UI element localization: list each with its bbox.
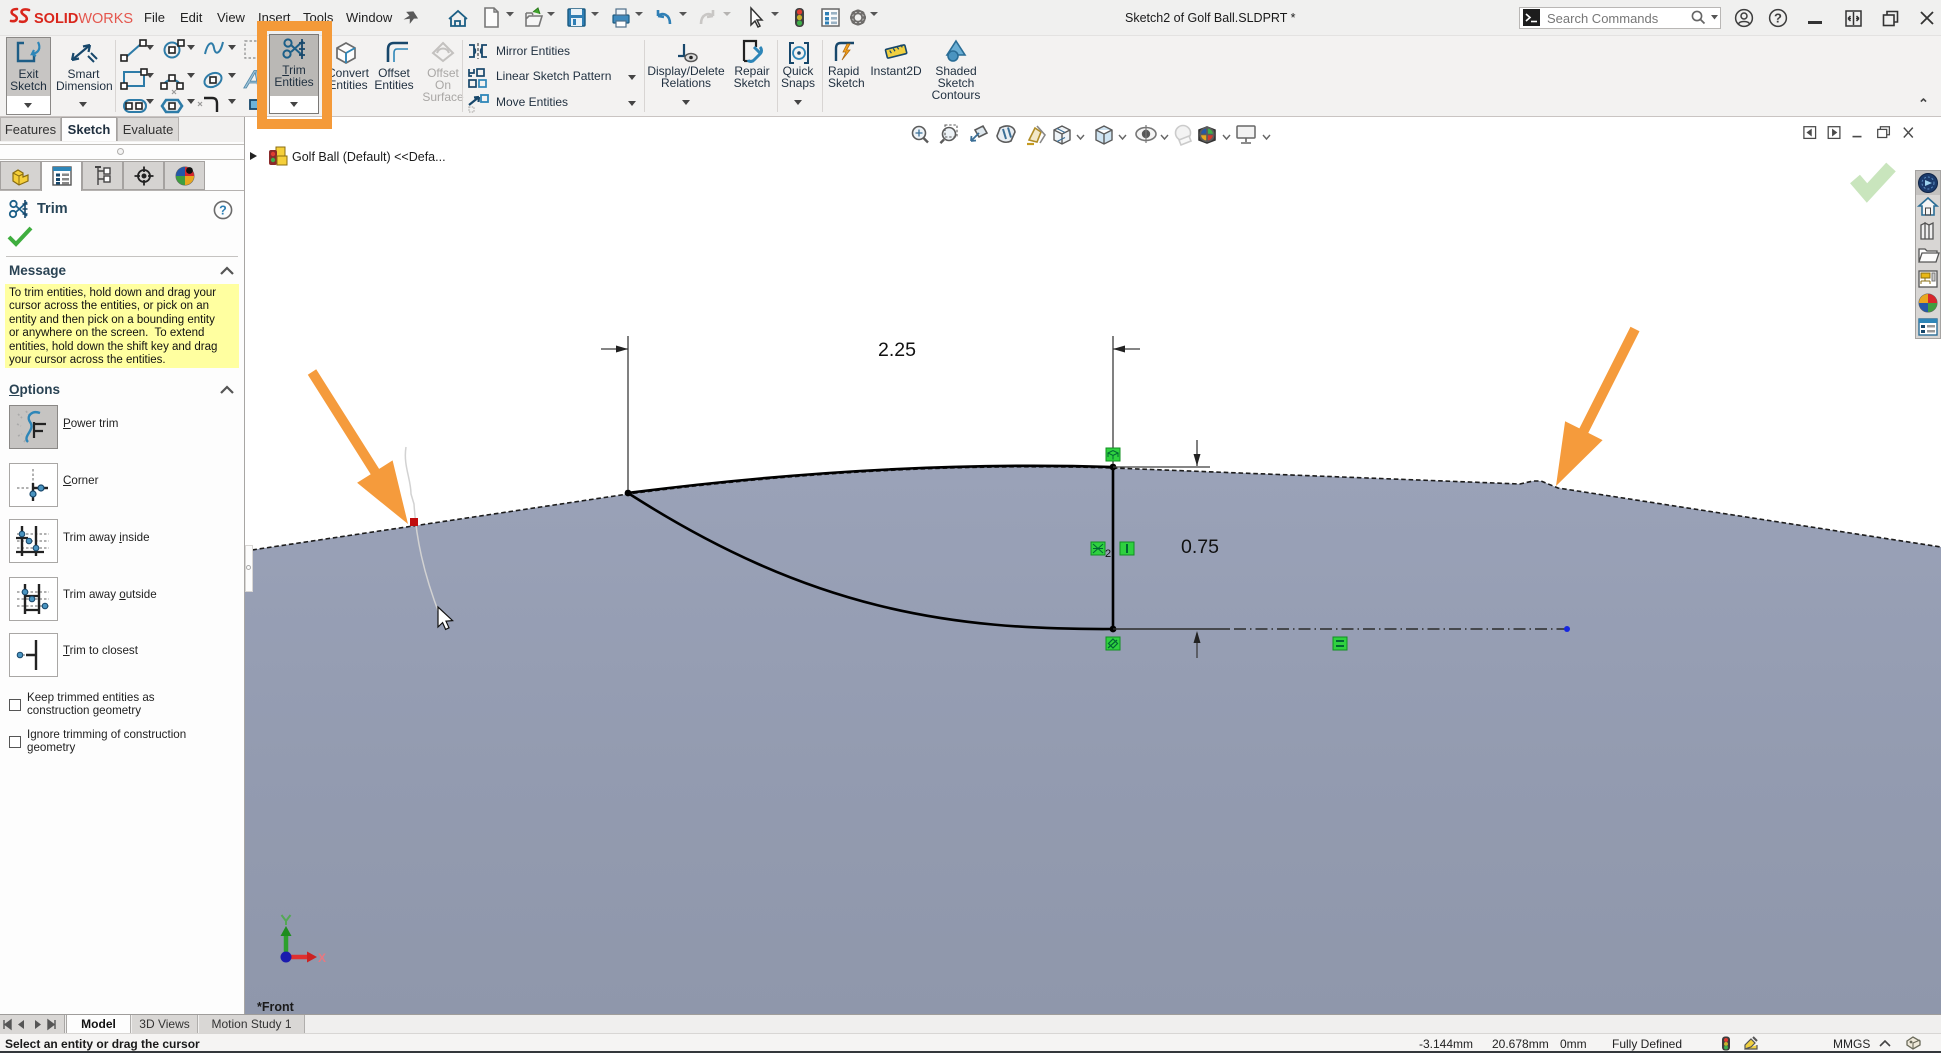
svg-text:2: 2 — [1105, 548, 1111, 560]
svg-text:?: ? — [219, 204, 227, 218]
svg-text:Golf Ball (Default) <<Defa...: Golf Ball (Default) <<Defa... — [292, 150, 446, 164]
svg-text:SOLIDWORKS: SOLIDWORKS — [34, 11, 133, 27]
svg-text:0.75: 0.75 — [1181, 536, 1219, 558]
svg-text:*Front: *Front — [257, 1000, 295, 1014]
svg-text:X: X — [318, 951, 326, 965]
svg-text:?: ? — [1774, 11, 1782, 26]
svg-text:2.25: 2.25 — [878, 339, 916, 361]
